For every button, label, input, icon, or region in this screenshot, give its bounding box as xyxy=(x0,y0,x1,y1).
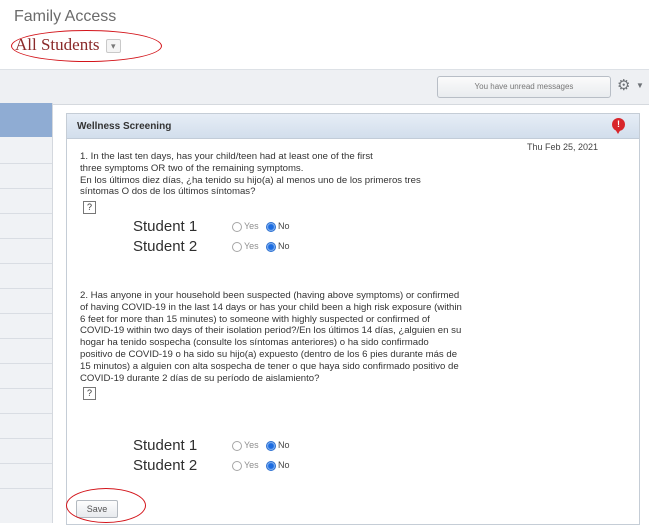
alert-icon-tail xyxy=(615,129,621,134)
radio-yes-label: Yes xyxy=(244,440,259,450)
radio-no[interactable] xyxy=(266,461,276,471)
radio-no[interactable] xyxy=(266,441,276,451)
question-2-line: COVID-19 within two days of their isolat… xyxy=(80,325,462,337)
side-nav-divider xyxy=(0,413,52,414)
side-nav-divider xyxy=(0,488,52,489)
radio-no-label: No xyxy=(278,221,290,231)
side-nav-divider xyxy=(0,163,52,164)
radio-no-label: No xyxy=(278,241,290,251)
panel-title: Wellness Screening xyxy=(77,121,172,132)
radio-no-label: No xyxy=(278,440,290,450)
chevron-down-icon[interactable]: ▾ xyxy=(105,39,121,54)
side-nav-divider xyxy=(0,338,52,339)
side-nav-divider xyxy=(0,263,52,264)
question-2-text: 2. Has anyone in your household been sus… xyxy=(80,290,625,384)
side-nav-divider xyxy=(0,438,52,439)
radio-no[interactable] xyxy=(266,242,276,252)
help-icon[interactable]: ? xyxy=(83,387,96,400)
question-1-line: 1. In the last ten days, has your child/… xyxy=(80,151,373,162)
question-2-line: hogar ha tenido sospecha (consulte los s… xyxy=(80,337,429,349)
question-2-line: of having COVID-19 in the last 14 days o… xyxy=(80,301,462,313)
radio-yes-label: Yes xyxy=(244,221,259,231)
unread-messages-button[interactable]: You have unread messages xyxy=(437,76,611,98)
question-1-line: three symptoms OR two of the remaining s… xyxy=(80,162,304,174)
chevron-down-icon[interactable]: ▼ xyxy=(636,81,644,90)
question-1-line: En los últimos diez días, ¿ha tenido su … xyxy=(80,174,421,186)
side-nav-divider xyxy=(0,188,52,189)
radio-no[interactable] xyxy=(266,222,276,232)
question-1-text: 1. In the last ten days, has your child/… xyxy=(80,151,625,198)
help-icon[interactable]: ? xyxy=(83,201,96,214)
side-nav-divider xyxy=(0,288,52,289)
side-nav xyxy=(0,103,53,523)
top-toolbar: You have unread messages ⚙ ▼ xyxy=(0,69,649,105)
gear-icon[interactable]: ⚙ xyxy=(617,76,630,96)
radio-yes-label: Yes xyxy=(244,241,259,251)
wellness-screening-panel: Wellness Screening ! Thu Feb 25, 2021 1.… xyxy=(66,113,640,525)
student-name: Student 1 xyxy=(133,218,198,235)
student-name: Student 2 xyxy=(133,457,198,474)
student-selector-label[interactable]: All Students xyxy=(15,35,100,54)
radio-yes[interactable] xyxy=(232,441,242,451)
radio-yes[interactable] xyxy=(232,242,242,252)
side-nav-divider xyxy=(0,213,52,214)
student-name: Student 2 xyxy=(133,238,198,255)
student-name: Student 1 xyxy=(133,437,198,454)
side-nav-divider xyxy=(0,388,52,389)
student-selector[interactable]: All Students ▾ xyxy=(15,35,121,55)
side-nav-divider xyxy=(0,238,52,239)
question-2-line: 6 feet for more than 15 minutes) to some… xyxy=(80,313,430,325)
question-2-line: COVID-19 durante 2 días de su período de… xyxy=(80,372,320,384)
question-2-line: 2. Has anyone in your household been sus… xyxy=(80,290,460,301)
side-nav-divider xyxy=(0,313,52,314)
app-title: Family Access xyxy=(14,8,117,25)
save-button[interactable]: Save xyxy=(76,500,118,518)
side-nav-active-item[interactable] xyxy=(0,103,52,137)
radio-yes-label: Yes xyxy=(244,460,259,470)
radio-yes[interactable] xyxy=(232,461,242,471)
question-2-line: positivo de COVID-19 o ha sido su hijo(a… xyxy=(80,348,458,360)
side-nav-divider xyxy=(0,463,52,464)
question-1-line: síntomas O dos de los últimos síntomas? xyxy=(80,186,256,198)
side-nav-divider xyxy=(0,363,52,364)
question-2-line: 15 minutos) a alguien con alta sospecha … xyxy=(80,360,459,372)
radio-yes[interactable] xyxy=(232,222,242,232)
radio-no-label: No xyxy=(278,460,290,470)
